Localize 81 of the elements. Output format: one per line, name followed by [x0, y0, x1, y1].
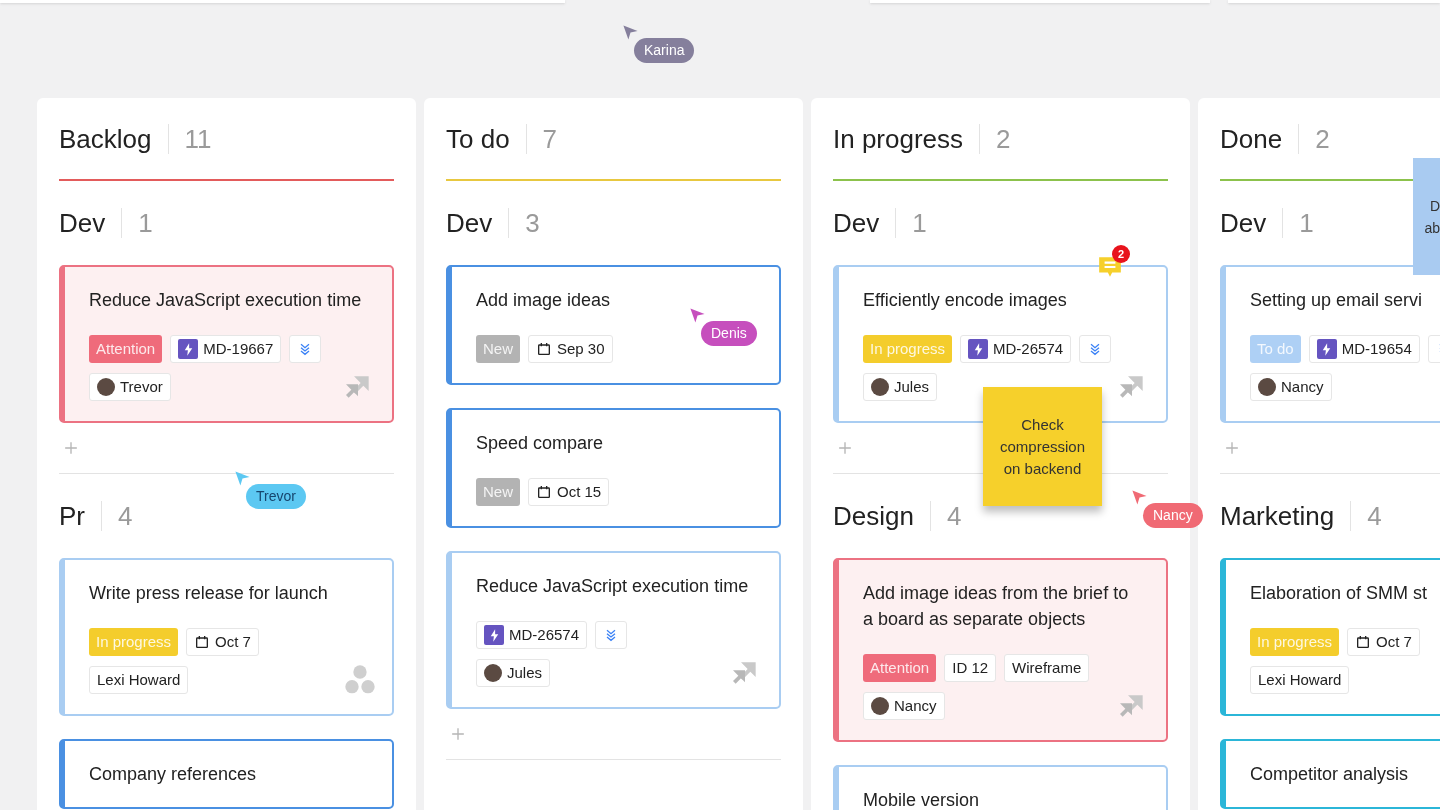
status-tag: Attention: [89, 335, 163, 363]
label-tag: ID 12: [944, 654, 997, 682]
cursor-name-label: Nancy: [1143, 503, 1203, 528]
card-title: Mobile version: [863, 789, 981, 810]
date-tag: Oct 7: [186, 628, 259, 656]
column-title: To do: [446, 126, 510, 152]
status-tag: In progress: [863, 335, 953, 363]
card-title: Company references: [89, 763, 258, 786]
calendar-icon: [194, 634, 211, 650]
calendar-icon: [536, 341, 552, 357]
card-title: Reduce JavaScript execution time: [89, 289, 363, 312]
item-count: 4: [1367, 503, 1382, 529]
task-card[interactable]: Competitor analysis: [1220, 739, 1440, 809]
card-title: Efficiently encode images: [863, 289, 1068, 312]
cursor-name-label: Denis: [701, 321, 757, 346]
status-tag: To do: [1250, 335, 1301, 363]
comment-count-badge: 2: [1112, 245, 1130, 263]
item-count: 1: [912, 210, 927, 236]
group-title: Pr: [59, 503, 85, 529]
item-count: 2: [996, 126, 1011, 152]
assignee-tag: Trevor: [89, 373, 171, 401]
group-title: Dev: [1220, 210, 1267, 236]
column-title: In progress: [833, 126, 964, 152]
item-count: 11: [184, 126, 212, 152]
task-card[interactable]: Reduce JavaScript execution time Attention MD-19667 Trevor: [59, 265, 394, 423]
item-count: 2: [1315, 126, 1330, 152]
task-card[interactable]: Speed compare New Oct 15: [446, 408, 781, 528]
assignee-tag: Lexi Howard: [1250, 666, 1350, 694]
item-count: 7: [542, 126, 558, 152]
task-card[interactable]: Add image ideas from the brief to a board as separate objects Attention ID 12 Wireframe Nancy: [833, 558, 1168, 742]
cursor-name-label: Karina: [634, 38, 695, 63]
assignee-tag: Nancy: [863, 692, 945, 720]
sticky-note[interactable]: D ab: [1413, 158, 1440, 275]
task-card[interactable]: Reduce JavaScript execution time MD-26574 Jules: [446, 551, 781, 709]
column-title: Done: [1220, 126, 1283, 152]
issue-key: MD-19654: [1341, 337, 1412, 361]
status-tag: In progress: [1250, 628, 1340, 656]
assignee-tag: Jules: [863, 373, 938, 401]
task-card[interactable]: Mobile version: [833, 765, 1168, 810]
date-tag: Oct 7: [1347, 628, 1420, 656]
column-title: Backlog: [59, 126, 152, 152]
group-title: Design: [833, 503, 914, 529]
card-title: Add image ideas from the brief to a board as separate objects: [863, 582, 1130, 631]
assignee-tag: Lexi Howard: [89, 666, 189, 694]
item-count: 3: [525, 210, 540, 236]
item-count: 1: [1299, 210, 1314, 236]
three-circles-icon: [344, 664, 376, 696]
card-title: Reduce JavaScript execution time: [476, 575, 750, 598]
status-tag: In progress: [89, 628, 179, 656]
issue-key: MD-19667: [203, 337, 274, 361]
label-tag: Wireframe: [1004, 654, 1090, 682]
issue-key: MD-26574: [993, 337, 1064, 361]
task-card[interactable]: Elaboration of SMM st In progress Oct 7 Lexi Howard: [1220, 558, 1440, 716]
task-card[interactable]: Company references: [59, 739, 394, 809]
status-tag: Attention: [863, 654, 937, 682]
date-tag: Sep 30: [528, 335, 613, 363]
issue-key: MD-26574: [509, 623, 580, 647]
card-title: Competitor analysis: [1250, 763, 1410, 786]
group-title: Marketing: [1220, 503, 1335, 529]
task-card[interactable]: Write press release for launch In progress Oct 7 Lexi Howard: [59, 558, 394, 716]
assignee-tag: Jules: [476, 659, 551, 687]
date-tag: Oct 15: [528, 478, 610, 506]
assignee-tag: Nancy: [1250, 373, 1332, 401]
calendar-icon: [1355, 634, 1372, 650]
card-title: Write press release for launch: [89, 582, 329, 605]
task-card[interactable]: Setting up email servi To do MD-19654 Nancy: [1220, 265, 1440, 423]
calendar-icon: [536, 484, 552, 500]
status-tag: New: [476, 478, 520, 506]
group-title: Dev: [446, 210, 493, 236]
item-count: 4: [118, 503, 133, 529]
sticky-note[interactable]: Check compression on backend: [983, 387, 1102, 506]
group-title: Dev: [833, 210, 880, 236]
card-title: Setting up email servi: [1250, 289, 1424, 312]
card-title: Speed compare: [476, 432, 605, 455]
cursor-name-label: Trevor: [246, 484, 306, 509]
item-count: 4: [946, 503, 962, 529]
card-title: Elaboration of SMM st: [1250, 582, 1429, 605]
group-title: Dev: [59, 210, 106, 236]
item-count: 1: [138, 210, 153, 236]
card-title: Add image ideas: [476, 289, 612, 312]
status-tag: New: [476, 335, 520, 363]
